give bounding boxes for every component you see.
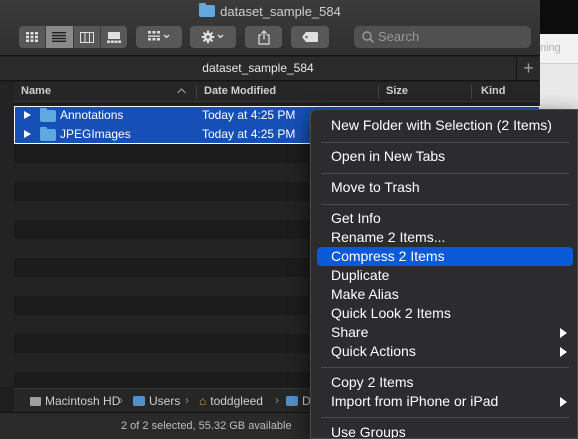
share-button[interactable] (245, 26, 282, 48)
menu-item-make-alias[interactable]: Make Alias (317, 285, 573, 304)
column-view-button[interactable] (74, 26, 101, 48)
search-placeholder: Search (378, 29, 420, 44)
file-name: JPEGImages (60, 127, 131, 141)
new-tab-button[interactable]: + (516, 57, 540, 81)
folder-icon (199, 3, 216, 17)
menu-separator (321, 417, 569, 418)
action-menu-button[interactable] (190, 26, 236, 48)
home-icon: ⌂ (199, 394, 207, 408)
column-header-size[interactable]: Size (386, 85, 408, 97)
list-icon (52, 32, 67, 42)
search-field[interactable]: Search (354, 26, 531, 48)
menu-item-new-folder-with-selection[interactable]: New Folder with Selection (2 Items) (317, 116, 573, 135)
window-title-text: dataset_sample_584 (220, 4, 341, 19)
menu-item-quick-actions[interactable]: Quick Actions (317, 342, 573, 361)
menu-item-open-in-new-tabs[interactable]: Open in New Tabs (317, 147, 573, 166)
submenu-arrow-icon (560, 397, 567, 407)
tag-icon (302, 32, 318, 42)
hard-drive-icon (30, 397, 41, 406)
folder-icon (133, 396, 145, 406)
view-mode-control (19, 26, 127, 48)
file-name: Annotations (60, 108, 124, 122)
menu-item-import-from-iphone[interactable]: Import from iPhone or iPad (317, 392, 573, 411)
path-item-users[interactable]: Users (133, 394, 180, 408)
menu-item-label: Share (331, 324, 369, 340)
path-item-label: toddgleed (210, 394, 263, 408)
sort-chevron-icon[interactable] (177, 85, 186, 97)
status-text: 2 of 2 selected, 55.32 GB available (121, 420, 292, 432)
tags-button[interactable] (291, 26, 329, 48)
menu-item-share[interactable]: Share (317, 323, 573, 342)
icon-view-button[interactable] (19, 26, 47, 48)
menu-item-get-info[interactable]: Get Info (317, 209, 573, 228)
background-window: ning (540, 34, 578, 64)
background-window-text: ning (540, 42, 561, 54)
column-header-date-modified[interactable]: Date Modified (204, 85, 276, 97)
group-by-button[interactable] (136, 26, 182, 48)
folder-icon (286, 396, 298, 406)
file-date-modified: Today at 4:25 PM (202, 127, 296, 141)
path-item-home[interactable]: ⌂ toddgleed (199, 394, 263, 408)
context-menu: New Folder with Selection (2 Items) Open… (310, 109, 578, 439)
gallery-view-button[interactable] (101, 26, 127, 48)
column-header-kind[interactable]: Kind (481, 85, 505, 97)
path-item-label: Users (149, 394, 181, 408)
path-item-current[interactable]: D (286, 394, 311, 408)
menu-item-label: Import from iPhone or iPad (331, 393, 499, 409)
gallery-icon (106, 31, 121, 43)
title-bar: dataset_sample_584 Search (0, 0, 540, 56)
group-grid-icon (148, 31, 170, 41)
menu-separator (321, 142, 569, 143)
gear-icon (201, 30, 224, 44)
sidebar-edge (0, 82, 14, 387)
path-chevron-icon: › (119, 393, 123, 407)
column-header-name[interactable]: Name (21, 85, 51, 97)
folder-icon (40, 108, 56, 122)
column-header: Name Date Modified Size Kind (14, 82, 540, 102)
column-divider[interactable] (471, 85, 472, 99)
tab-dataset-sample[interactable]: dataset_sample_584 (0, 61, 516, 75)
menu-separator (321, 173, 569, 174)
menu-item-duplicate[interactable]: Duplicate (317, 266, 573, 285)
menu-item-move-to-trash[interactable]: Move to Trash (317, 178, 573, 197)
menu-separator (321, 367, 569, 368)
disclosure-triangle-icon[interactable] (24, 130, 31, 138)
path-item-label: Macintosh HD (45, 394, 121, 408)
menu-separator (321, 204, 569, 205)
path-chevron-icon: › (185, 393, 189, 407)
share-icon (257, 29, 270, 45)
menu-item-compress[interactable]: Compress 2 Items (317, 247, 573, 266)
background-window-body (540, 64, 578, 109)
folder-icon (40, 127, 56, 141)
list-view-button[interactable] (46, 26, 74, 48)
submenu-arrow-icon (560, 328, 567, 338)
menu-item-use-groups[interactable]: Use Groups (317, 423, 573, 438)
search-icon (362, 31, 374, 43)
grid-icon (26, 32, 39, 42)
menu-item-quick-look[interactable]: Quick Look 2 Items (317, 304, 573, 323)
file-date-modified: Today at 4:25 PM (202, 108, 296, 122)
menu-item-label: Quick Actions (331, 343, 416, 359)
submenu-arrow-icon (560, 347, 567, 357)
menu-item-rename[interactable]: Rename 2 Items... (317, 228, 573, 247)
columns-icon (79, 31, 94, 43)
disclosure-triangle-icon[interactable] (24, 111, 31, 119)
column-divider[interactable] (378, 85, 379, 99)
path-item-macintosh-hd[interactable]: Macintosh HD (30, 394, 120, 408)
menu-item-copy[interactable]: Copy 2 Items (317, 373, 573, 392)
column-divider[interactable] (196, 85, 197, 99)
tab-bar: dataset_sample_584 + (0, 57, 540, 81)
path-chevron-icon: › (275, 393, 279, 407)
window-title: dataset_sample_584 (0, 3, 540, 19)
